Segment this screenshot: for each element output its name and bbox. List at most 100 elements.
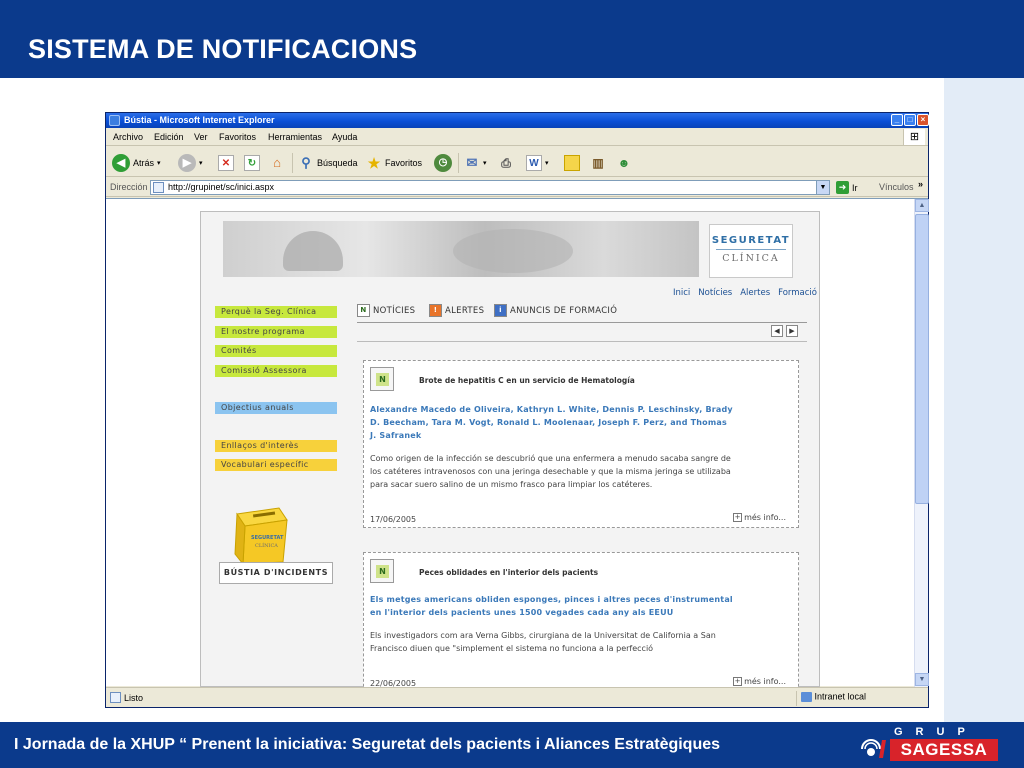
edit-button[interactable]: W ▾ xyxy=(526,153,549,173)
word-icon: W xyxy=(526,155,542,171)
summary-line: los catéteres intravenosos con una jerin… xyxy=(370,467,731,476)
nav-inici[interactable]: Inici xyxy=(673,288,690,298)
minimize-button[interactable]: _ xyxy=(891,114,903,126)
sidebar-item-programa[interactable]: El nostre programa xyxy=(215,326,337,338)
menu-archivo[interactable]: Archivo xyxy=(113,132,143,142)
page-done-icon xyxy=(110,692,121,703)
search-label: Búsqueda xyxy=(317,158,358,168)
intranet-zone-icon xyxy=(801,691,812,702)
back-button[interactable]: ◀ Atrás ▾ xyxy=(112,153,161,173)
next-arrow-icon[interactable]: ▶ xyxy=(786,325,798,337)
scroll-up-icon[interactable]: ▲ xyxy=(915,199,929,212)
forward-button[interactable]: ▶ ▾ xyxy=(178,153,203,173)
sidebar-item-enllacos[interactable]: Enllaços d'interès xyxy=(215,440,337,452)
tab-noticies[interactable]: N NOTÍCIES xyxy=(357,304,415,317)
nav-formacio[interactable]: Formació xyxy=(778,288,817,298)
edit-dropdown-icon: ▾ xyxy=(545,160,549,167)
maximize-button[interactable]: □ xyxy=(904,114,916,126)
mail-button[interactable]: ✉ ▾ xyxy=(464,153,487,173)
note-icon xyxy=(564,155,580,171)
logo-grup-text: GRUP xyxy=(894,726,978,738)
news-authors[interactable]: Alexandre Macedo de Oliveira, Kathryn L.… xyxy=(370,403,733,442)
plus-icon: + xyxy=(733,513,743,522)
home-button[interactable]: ⌂ xyxy=(269,153,285,173)
summary-line: Como origen de la infección se descubrió… xyxy=(370,454,731,463)
tab-anuncis[interactable]: i ANUNCIS DE FORMACIÓ xyxy=(494,304,617,317)
vertical-scrollbar[interactable]: ▲ ▼ xyxy=(914,199,929,687)
sidebar-item-comissio[interactable]: Comissió Assessora xyxy=(215,365,337,377)
history-button[interactable]: ◷ xyxy=(434,153,452,173)
zone-label: Intranet local xyxy=(814,691,867,702)
address-bar: Dirección http://grupinet/sc/inici.aspx … xyxy=(106,178,928,197)
pager: ◀ ▶ xyxy=(771,325,798,337)
previous-arrow-icon[interactable]: ◀ xyxy=(771,325,783,337)
content-tabs: N NOTÍCIES ! ALERTES i ANUNCIS DE FORMAC… xyxy=(357,304,807,320)
scroll-thumb[interactable] xyxy=(915,214,929,504)
tab-alertes[interactable]: ! ALERTES xyxy=(429,304,484,317)
news-subtitle[interactable]: Els metges americans obliden esponges, p… xyxy=(370,593,733,619)
nav-alertes[interactable]: Alertes xyxy=(740,288,770,298)
go-button[interactable]: ➜ Ir xyxy=(836,181,858,194)
sidebar-item-comites[interactable]: Comités xyxy=(215,345,337,357)
messenger-button[interactable]: ☻ xyxy=(616,153,632,173)
home-icon: ⌂ xyxy=(273,155,281,170)
links-chevron-icon[interactable]: » xyxy=(918,179,923,189)
links-label[interactable]: Vínculos xyxy=(879,182,914,192)
sidebar-item-vocabulari[interactable]: Vocabulari específic xyxy=(215,459,337,471)
incident-mailbox-button[interactable]: BÚSTIA D'INCIDENTS xyxy=(219,562,333,584)
more-info-link[interactable]: + més info... xyxy=(733,677,786,686)
more-info-link[interactable]: + més info... xyxy=(733,513,786,522)
security-zone: Intranet local xyxy=(796,691,926,706)
intranet-page: SEGURETAT CLÍNICA Inici Notícies Alertes… xyxy=(200,211,821,688)
print-button[interactable]: ⎙ xyxy=(498,153,514,173)
menu-ayuda[interactable]: Ayuda xyxy=(332,132,357,142)
news-title[interactable]: Brote de hepatitis C en un servicio de H… xyxy=(419,376,635,385)
ie-icon xyxy=(109,115,120,126)
status-bar: Listo Intranet local xyxy=(106,687,928,707)
refresh-button[interactable]: ↻ xyxy=(244,153,260,173)
menu-favoritos[interactable]: Favoritos xyxy=(219,132,256,142)
slide-decoration-band xyxy=(944,78,1024,722)
slide-title: SISTEMA DE NOTIFICACIONS xyxy=(28,34,418,64)
news-date: 17/06/2005 xyxy=(370,515,417,524)
authors-line: Alexandre Macedo de Oliveira, Kathryn L.… xyxy=(370,405,733,414)
star-icon: ★ xyxy=(367,155,381,171)
news-n-icon: N xyxy=(376,565,389,578)
address-url: http://grupinet/sc/inici.aspx xyxy=(168,182,275,192)
forward-dropdown-icon: ▾ xyxy=(199,160,203,167)
sidebar-item-objectius[interactable]: Objectius anuals xyxy=(215,402,337,414)
mailbox-icon[interactable]: SEGURETAT CLÍNICA xyxy=(231,504,289,566)
address-input[interactable]: http://grupinet/sc/inici.aspx ▼ xyxy=(150,180,830,195)
menu-ver[interactable]: Ver xyxy=(194,132,208,142)
authors-line: J. Safranek xyxy=(370,431,422,440)
address-dropdown-icon[interactable]: ▼ xyxy=(816,181,829,194)
seguretat-clinica-logo[interactable]: SEGURETAT CLÍNICA xyxy=(709,224,793,278)
research-button[interactable]: ▥ xyxy=(590,153,606,173)
discuss-button[interactable] xyxy=(564,153,580,173)
close-button[interactable]: × xyxy=(917,114,929,126)
browser-title-bar[interactable]: Bústia - Microsoft Internet Explorer _ □… xyxy=(106,113,929,128)
mail-dropdown-icon: ▾ xyxy=(483,160,487,167)
page-icon xyxy=(153,182,164,193)
banner-figure xyxy=(453,229,573,273)
news-item: N Brote de hepatitis C en un servicio de… xyxy=(363,360,799,528)
news-item: N Peces oblidades en l'interior dels pac… xyxy=(363,552,799,688)
search-icon: ⚲ xyxy=(301,155,311,170)
news-title[interactable]: Peces oblidades en l'interior dels pacie… xyxy=(419,568,598,577)
back-dropdown-icon: ▾ xyxy=(157,160,161,167)
nav-noticies[interactable]: Notícies xyxy=(698,288,732,298)
news-badge: N xyxy=(370,559,394,583)
sidebar-item-perque[interactable]: Perquè la Seg. Clínica xyxy=(215,306,337,318)
scroll-down-icon[interactable]: ▼ xyxy=(915,673,929,686)
authors-line: D. Beecham, Tara M. Vogt, Ronald L. Mool… xyxy=(370,418,727,427)
page-clip: SEGURETAT CLÍNICA Inici Notícies Alertes… xyxy=(201,212,821,688)
menu-edicion[interactable]: Edición xyxy=(154,132,184,142)
stop-button[interactable]: ✕ xyxy=(218,153,234,173)
books-icon: ▥ xyxy=(592,156,604,170)
go-label: Ir xyxy=(852,182,858,193)
sagessa-logo: GRUP SAGESSA xyxy=(858,726,1008,764)
news-tab-icon: N xyxy=(357,304,370,317)
menu-herramientas[interactable]: Herramientas xyxy=(268,132,322,142)
search-button[interactable]: ⚲ Búsqueda xyxy=(298,153,358,173)
favorites-button[interactable]: ★ Favoritos xyxy=(366,153,422,173)
